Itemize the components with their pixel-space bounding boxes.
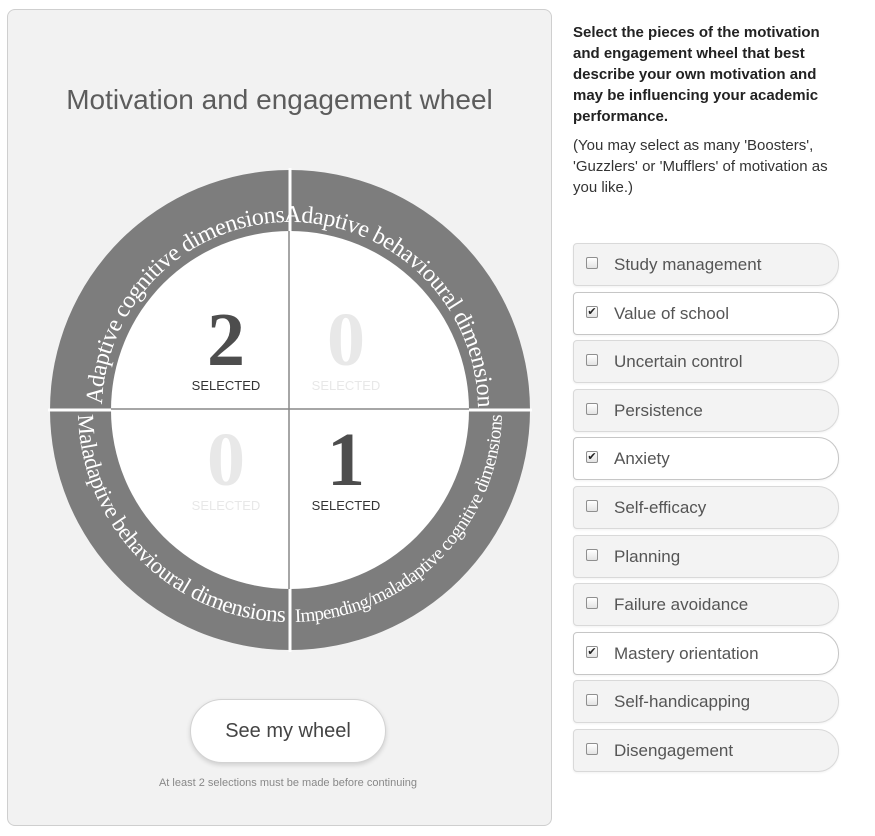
option-label: Anxiety <box>614 449 670 469</box>
motivation-wheel: Adaptive cognitive dimensions Adaptive b… <box>48 168 532 652</box>
checkbox-checked[interactable]: ✔ <box>586 451 598 464</box>
checkbox[interactable] <box>586 257 598 269</box>
quadrant-selected-label: SELECTED <box>312 378 381 393</box>
option-item[interactable]: Self-handicapping <box>573 680 839 724</box>
option-label: Value of school <box>614 303 729 323</box>
quadrant-count: 0 <box>327 298 365 382</box>
page-title: Motivation and engagement wheel <box>66 84 493 115</box>
selection-requirement-note: At least 2 selections must be made befor… <box>158 777 418 789</box>
option-item[interactable]: Persistence <box>573 388 839 432</box>
option-item[interactable]: Planning <box>573 534 839 578</box>
option-item[interactable]: Failure avoidance <box>573 583 839 627</box>
checkbox[interactable] <box>586 742 598 755</box>
checkbox[interactable] <box>586 354 598 367</box>
option-label: Failure avoidance <box>614 595 749 615</box>
option-item[interactable]: Uncertain control <box>573 340 839 384</box>
quadrant-selected-label: SELECTED <box>192 378 261 393</box>
checkbox[interactable] <box>586 694 598 707</box>
option-label: Disengagement <box>614 740 734 760</box>
option-item[interactable]: Study management <box>573 243 839 286</box>
option-label: Planning <box>614 546 681 566</box>
option-label: Self-efficacy <box>614 497 707 517</box>
option-label: Persistence <box>614 400 703 420</box>
option-label: Study management <box>614 255 762 274</box>
option-list: Study management ✔ Value of school Uncertai… <box>573 243 839 778</box>
checkbox[interactable] <box>586 402 598 415</box>
option-item[interactable]: ✔ Value of school <box>573 291 839 335</box>
option-label: Self-handicapping <box>614 692 751 712</box>
quadrant-count: 2 <box>207 298 245 382</box>
option-label: Mastery orientation <box>614 643 759 663</box>
option-label: Uncertain control <box>614 352 743 372</box>
quadrant-count: 1 <box>327 418 365 502</box>
see-my-wheel-button[interactable]: See my wheel <box>190 699 386 763</box>
quadrant-selected-label: SELECTED <box>192 498 261 513</box>
option-item[interactable]: ✔ Anxiety <box>573 437 839 481</box>
quadrant-count: 0 <box>207 418 245 502</box>
option-item[interactable]: Disengagement <box>573 728 839 772</box>
option-item[interactable]: ✔ Mastery orientation <box>573 631 839 675</box>
wheel-panel: Motivation and engagement wheel Adaptive… <box>7 9 552 826</box>
checkbox-checked[interactable]: ✔ <box>586 645 598 658</box>
checkbox-checked[interactable]: ✔ <box>586 305 598 318</box>
instructions-main: Select the pieces of the motivation and … <box>573 24 820 125</box>
quadrant-selected-label: SELECTED <box>312 498 381 513</box>
instructions-sub: (You may select as many 'Boosters', 'Guz… <box>573 137 828 196</box>
option-item[interactable]: Self-efficacy <box>573 485 839 529</box>
checkbox[interactable] <box>586 597 598 610</box>
instructions: Select the pieces of the motivation and … <box>573 22 848 198</box>
checkbox[interactable] <box>586 499 598 512</box>
checkbox[interactable] <box>586 548 598 561</box>
